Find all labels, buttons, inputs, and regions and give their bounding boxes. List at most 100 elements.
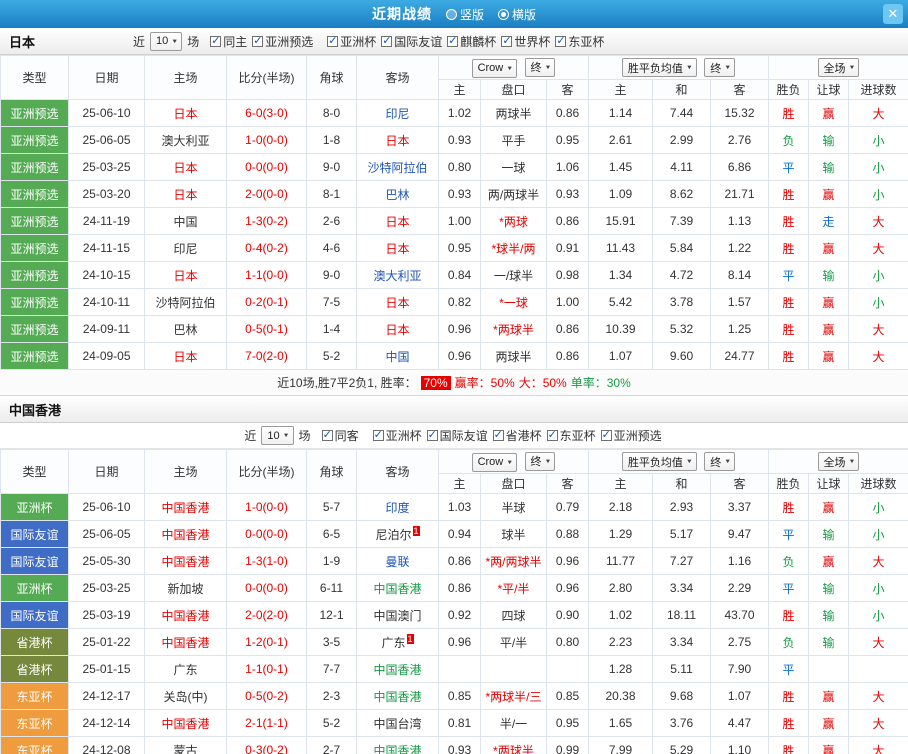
- home-team[interactable]: 澳大利亚: [144, 126, 227, 154]
- result-outcome: 平: [768, 153, 810, 181]
- radio-vertical-layout[interactable]: 竖版: [445, 6, 484, 23]
- home-team[interactable]: 巴林: [144, 315, 227, 343]
- handicap-odds-away: 0.90: [545, 601, 590, 629]
- home-team[interactable]: 日本: [144, 180, 227, 208]
- result-goals: 大: [848, 99, 908, 127]
- avg-odds-draw: 7.39: [652, 207, 712, 235]
- radio-icon: [445, 8, 457, 20]
- away-team[interactable]: 广东 1: [356, 628, 439, 656]
- subcol-home-odds: 主: [438, 79, 481, 100]
- home-team[interactable]: 广东: [144, 655, 227, 683]
- competition-type: 国际友谊: [0, 601, 69, 629]
- away-team[interactable]: 中国澳门: [356, 601, 439, 629]
- dropdown-arrow-icon: ▼: [544, 458, 552, 464]
- subcol-handicap-result: 让球: [808, 473, 850, 494]
- checkbox-label: 国际友谊: [439, 429, 488, 443]
- result-outcome: 平: [768, 655, 810, 683]
- filter-checkbox-东亚杯[interactable]: 东亚杯: [555, 33, 604, 50]
- subcol-goals: 进球数: [848, 79, 908, 100]
- away-team[interactable]: 中国香港: [356, 682, 439, 710]
- filter-checkbox-世界杯[interactable]: 世界杯: [501, 33, 550, 50]
- result-handicap: 赢: [808, 99, 850, 127]
- filter-checkbox-同主[interactable]: 同主: [210, 33, 247, 50]
- away-team[interactable]: 日本: [356, 315, 439, 343]
- home-team[interactable]: 蒙古: [144, 736, 227, 754]
- recent-count-select[interactable]: 10 ▼: [150, 31, 183, 51]
- avg-select[interactable]: 胜平负均值 ▼: [621, 58, 697, 77]
- bookmaker-select[interactable]: Crow ▼: [471, 58, 518, 78]
- home-team[interactable]: 中国香港: [144, 547, 227, 575]
- handicap-odds-away: 0.86: [545, 99, 590, 127]
- filter-checkbox-麒麟杯[interactable]: 麒麟杯: [447, 33, 496, 50]
- home-team[interactable]: 中国香港: [144, 520, 227, 548]
- filter-checkbox-亚洲杯[interactable]: 亚洲杯: [372, 427, 422, 444]
- filter-checkbox-亚洲预选[interactable]: 亚洲预选: [252, 33, 313, 50]
- handicap-odds-home: 0.93: [438, 736, 481, 754]
- away-team[interactable]: 中国香港: [356, 655, 439, 683]
- away-team[interactable]: 尼泊尔 1: [356, 520, 439, 548]
- odds-state-select[interactable]: 终 ▼: [524, 57, 556, 77]
- result-handicap: [808, 655, 850, 683]
- filter-checkbox-亚洲预选[interactable]: 亚洲预选: [600, 427, 662, 444]
- dropdown-arrow-icon: ▼: [282, 432, 290, 439]
- handicap-odds-away: 0.96: [545, 547, 590, 575]
- handicap-odds-home: 0.84: [438, 261, 481, 289]
- away-team[interactable]: 澳大利亚: [356, 261, 439, 289]
- home-team[interactable]: 中国香港: [144, 628, 227, 656]
- filter-checkbox-亚洲杯[interactable]: 亚洲杯: [327, 33, 376, 50]
- away-team[interactable]: 印度: [356, 493, 439, 521]
- home-team[interactable]: 中国香港: [144, 601, 227, 629]
- bookmaker-select[interactable]: Crow ▼: [471, 452, 518, 472]
- checkbox-icon: [447, 34, 459, 47]
- fulltime-select[interactable]: 全场 ▼: [817, 58, 860, 77]
- home-team[interactable]: 关岛(中): [144, 682, 227, 710]
- odds-state-select[interactable]: 终 ▼: [524, 451, 556, 471]
- filter-checkbox-东亚杯[interactable]: 东亚杯: [546, 427, 596, 444]
- home-team[interactable]: 新加坡: [144, 574, 227, 602]
- subcol-handicap-result: 让球: [808, 79, 850, 100]
- away-team[interactable]: 中国台湾: [356, 709, 439, 737]
- result-outcome: 胜: [768, 709, 810, 737]
- home-team[interactable]: 日本: [144, 342, 227, 370]
- col-score: 比分(半场): [226, 449, 307, 494]
- home-team[interactable]: 中国香港: [144, 709, 227, 737]
- home-team[interactable]: 中国: [144, 207, 227, 235]
- radio-vertical-label: 竖版: [459, 7, 484, 22]
- handicap-odds-away: 0.80: [545, 628, 590, 656]
- away-team[interactable]: 日本: [356, 126, 439, 154]
- fulltime-select[interactable]: 全场 ▼: [817, 452, 860, 471]
- avg-odds-home: 7.99: [588, 736, 654, 754]
- away-team[interactable]: 沙特阿拉伯: [356, 153, 439, 181]
- avg-odds-away: 1.57: [710, 288, 770, 316]
- handicap-odds-home: 0.80: [438, 153, 481, 181]
- score: 7-0(2-0): [226, 342, 307, 370]
- avg-odds-home: 2.23: [588, 628, 654, 656]
- avg-state-select[interactable]: 终 ▼: [704, 58, 736, 77]
- recent-count-select[interactable]: 10 ▼: [261, 426, 294, 445]
- away-team[interactable]: 中国香港: [356, 574, 439, 602]
- close-button[interactable]: ✕: [883, 4, 903, 24]
- avg-odds-draw: 5.11: [652, 655, 712, 683]
- avg-select[interactable]: 胜平负均值 ▼: [621, 452, 697, 471]
- avg-state-select[interactable]: 终 ▼: [704, 452, 736, 471]
- subcol-goals: 进球数: [848, 473, 908, 494]
- away-team[interactable]: 日本: [356, 288, 439, 316]
- away-team[interactable]: 巴林: [356, 180, 439, 208]
- home-team[interactable]: 日本: [144, 153, 227, 181]
- home-team[interactable]: 日本: [144, 99, 227, 127]
- filter-checkbox-国际友谊[interactable]: 国际友谊: [426, 427, 488, 444]
- home-team[interactable]: 中国香港: [144, 493, 227, 521]
- away-team[interactable]: 曼联: [356, 547, 439, 575]
- filter-checkbox-省港杯[interactable]: 省港杯: [492, 427, 542, 444]
- radio-horizontal-layout[interactable]: 横版: [498, 6, 536, 23]
- away-team[interactable]: 中国: [356, 342, 439, 370]
- away-team[interactable]: 中国香港: [356, 736, 439, 754]
- filter-checkbox-国际友谊[interactable]: 国际友谊: [381, 33, 442, 50]
- home-team[interactable]: 印尼: [144, 234, 227, 262]
- away-team[interactable]: 印尼: [356, 99, 439, 127]
- filter-checkbox-同客[interactable]: 同客: [321, 427, 359, 444]
- home-team[interactable]: 沙特阿拉伯: [144, 288, 227, 316]
- home-team[interactable]: 日本: [144, 261, 227, 289]
- away-team[interactable]: 日本: [356, 234, 439, 262]
- away-team[interactable]: 日本: [356, 207, 439, 235]
